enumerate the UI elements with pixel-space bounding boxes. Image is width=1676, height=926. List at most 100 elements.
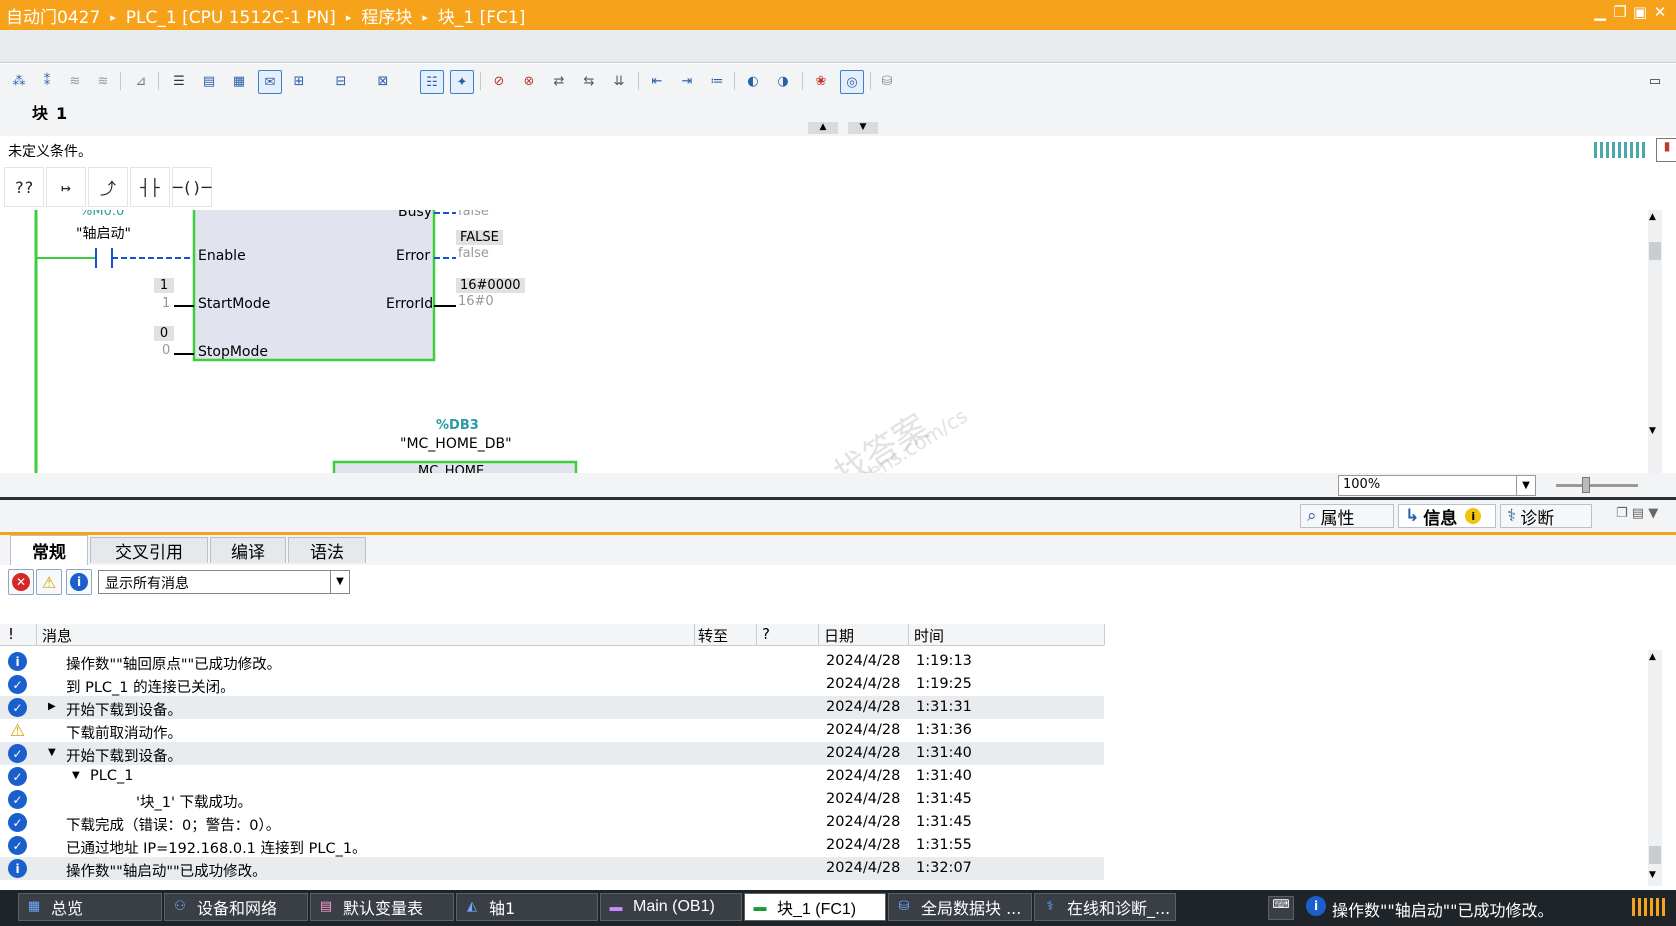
close-icon[interactable]: ✕: [1650, 3, 1670, 21]
reset-start-value-icon[interactable]: ⊿: [130, 70, 152, 92]
collapse-down-icon[interactable]: ▼: [848, 122, 878, 134]
table-row[interactable]: ✓ ▼ 开始下载到设备。 2024/4/28 1:31:40: [0, 742, 1104, 765]
close-branch-button[interactable]: ⤴: [88, 167, 128, 207]
table-row[interactable]: ✓ 下载完成（错误：0；警告：0）。 2024/4/28 1:31:45: [0, 811, 1104, 834]
scroll-thumb[interactable]: [1649, 242, 1661, 260]
expand-toggle-icon[interactable]: ▶: [48, 701, 56, 712]
task-axis-1[interactable]: ◭ 轴1: [456, 893, 598, 921]
task-block-1-fc1[interactable]: ▬ 块_1 (FC1): [744, 893, 886, 921]
status-message[interactable]: 操作数""轴启动""已成功修改。: [1332, 897, 1553, 921]
task-online-diagnostics[interactable]: ⚕ 在线和诊断_...: [1034, 893, 1176, 921]
delete-network-icon[interactable]: ⁑: [36, 70, 58, 92]
zoom-slider-handle[interactable]: [1582, 477, 1590, 493]
column-message[interactable]: 消息: [42, 625, 72, 646]
tab-info[interactable]: ↳ 信息 i: [1398, 504, 1496, 529]
tab-cross-reference[interactable]: 交叉引用: [90, 537, 208, 563]
breadcrumb-block[interactable]: 块_1 [FC1]: [438, 3, 525, 28]
add-row-icon[interactable]: ≋: [92, 70, 114, 92]
scroll-down-icon[interactable]: ▼: [1649, 870, 1656, 880]
filter-errors-button[interactable]: ✕: [8, 569, 34, 595]
table-row[interactable]: ✓ '块_1' 下载成功。 2024/4/28 1:31:45: [0, 788, 1104, 811]
collapse-up-icon[interactable]: ▲: [808, 122, 838, 134]
coil-button[interactable]: ─()─: [172, 167, 212, 207]
scroll-thumb[interactable]: [1649, 846, 1661, 864]
tab-diagnostics[interactable]: ⚕ 诊断: [1500, 504, 1592, 529]
tab-syntax[interactable]: 语法: [288, 537, 366, 563]
comments-icon[interactable]: ✉: [258, 70, 282, 94]
next-error-icon[interactable]: ⊗: [518, 70, 540, 92]
breadcrumb-plc[interactable]: PLC_1 [CPU 1512C-1 PN]: [126, 8, 336, 28]
monitor-icon[interactable]: ◐: [742, 70, 764, 92]
zoom-select[interactable]: 100% ▼: [1338, 475, 1536, 496]
chevron-down-icon[interactable]: ▼: [1516, 476, 1535, 495]
monitor-off-icon[interactable]: ◑: [772, 70, 794, 92]
indent-icon[interactable]: ⇤: [646, 70, 668, 92]
task-main-ob1[interactable]: ▬ Main (OB1): [600, 893, 742, 921]
normally-open-contact-button[interactable]: ┤├: [130, 167, 170, 207]
restore-icon[interactable]: ❐: [1610, 3, 1630, 21]
open-branch-button[interactable]: ↦: [46, 167, 86, 207]
monitoring-on-off-icon[interactable]: ◎: [840, 70, 864, 94]
favorites-icon[interactable]: ▤: [198, 70, 220, 92]
format-icon[interactable]: ≔: [706, 70, 728, 92]
mc-power-block[interactable]: [192, 210, 436, 362]
expand-toggle-icon[interactable]: ▼: [48, 747, 56, 758]
table-row[interactable]: ✓ 已通过地址 IP=192.168.0.1 连接到 PLC_1。 2024/4/2…: [0, 834, 1104, 857]
message-filter-select[interactable]: 显示所有消息 ▼: [98, 570, 350, 594]
expand-toggle-icon[interactable]: ▼: [72, 770, 80, 781]
column-time[interactable]: 时间: [914, 625, 944, 646]
database-icon[interactable]: ⛁: [876, 70, 898, 92]
message-scrollbar[interactable]: ▲ ▼: [1648, 650, 1662, 886]
tab-general[interactable]: 常规: [10, 535, 88, 565]
table-row[interactable]: ✓ ▼ PLC_1 2024/4/28 1:31:40: [0, 765, 1104, 788]
tab-properties[interactable]: ⌕ 属性: [1300, 504, 1394, 529]
task-default-tag-table[interactable]: ▤ 默认变量表: [310, 893, 454, 921]
open-all-networks-icon[interactable]: ⊟: [330, 70, 352, 92]
insert-network-icon[interactable]: ⁂: [8, 70, 30, 92]
go-to-error-icon[interactable]: ⊘: [488, 70, 510, 92]
minimize-icon[interactable]: ▁: [1590, 3, 1610, 21]
update-calls-icon[interactable]: ⇊: [608, 70, 630, 92]
task-devices-networks[interactable]: ⚇ 设备和网络: [164, 893, 308, 921]
scroll-down-icon[interactable]: ▼: [1649, 426, 1656, 436]
scroll-up-icon[interactable]: ▲: [1649, 212, 1656, 222]
filter-info-button[interactable]: i: [66, 569, 92, 595]
task-overview[interactable]: ▦ 总览: [18, 893, 162, 921]
tab-compile[interactable]: 编译: [210, 537, 286, 563]
table-row[interactable]: ✓ 到 PLC_1 的连接已关闭。 2024/4/28 1:19:25: [0, 673, 1104, 696]
table-row[interactable]: i 操作数""轴回原点""已成功修改。 2024/4/28 1:19:13: [0, 650, 1104, 673]
network-comments-icon[interactable]: ⊞: [288, 70, 310, 92]
close-all-networks-icon[interactable]: ⊠: [372, 70, 394, 92]
outdent-icon[interactable]: ⇥: [676, 70, 698, 92]
zoom-slider[interactable]: [1556, 484, 1638, 487]
column-date[interactable]: 日期: [824, 625, 854, 646]
sync-icon[interactable]: ⇆: [578, 70, 600, 92]
scroll-up-icon[interactable]: ▲: [1649, 652, 1656, 662]
maximize-icon[interactable]: ▣: [1630, 3, 1650, 21]
filter-warnings-button[interactable]: ⚠: [36, 569, 62, 595]
breadcrumb-project[interactable]: 自动门0427: [6, 3, 100, 28]
column-flag[interactable]: !: [8, 625, 14, 643]
network-view-icon[interactable]: ☷: [420, 70, 444, 94]
table-row[interactable]: i 操作数""轴启动""已成功修改。 2024/4/28 1:32:07: [0, 857, 1104, 880]
breakpoint-icon[interactable]: ❀: [810, 70, 832, 92]
table-row[interactable]: ✓ ▶ 开始下载到设备。 2024/4/28 1:31:31: [0, 696, 1104, 719]
empty-box-button[interactable]: ??: [4, 167, 44, 207]
task-global-db[interactable]: ⛁ 全局数据块 ...: [888, 893, 1032, 921]
compare-icon[interactable]: ⇄: [548, 70, 570, 92]
chevron-down-icon[interactable]: ▼: [330, 571, 349, 593]
split-editor-icon[interactable]: ▭: [1644, 70, 1666, 92]
breadcrumb-program-blocks[interactable]: 程序块: [361, 3, 412, 28]
editor-scrollbar[interactable]: ▲ ▼: [1648, 210, 1662, 474]
absolute-operands-icon[interactable]: ☰: [168, 70, 190, 92]
keyboard-icon[interactable]: ⌨: [1268, 896, 1294, 920]
insert-row-icon[interactable]: ≋: [64, 70, 86, 92]
table-row[interactable]: ⚠ 下载前取消动作。 2024/4/28 1:31:36: [0, 719, 1104, 743]
ladder-canvas[interactable]: %M0.0 "轴启动" Busy false Enable Error FALS…: [0, 210, 1662, 474]
block-interface-icon[interactable]: ▦: [228, 70, 250, 92]
column-help[interactable]: ?: [762, 625, 770, 643]
float-panel-icon[interactable]: ❐ ▤ ▼: [1616, 506, 1658, 521]
column-goto[interactable]: 转至: [698, 625, 728, 646]
highlight-icon[interactable]: ✦: [450, 70, 474, 94]
plc-status-icon[interactable]: ▮: [1656, 138, 1676, 162]
